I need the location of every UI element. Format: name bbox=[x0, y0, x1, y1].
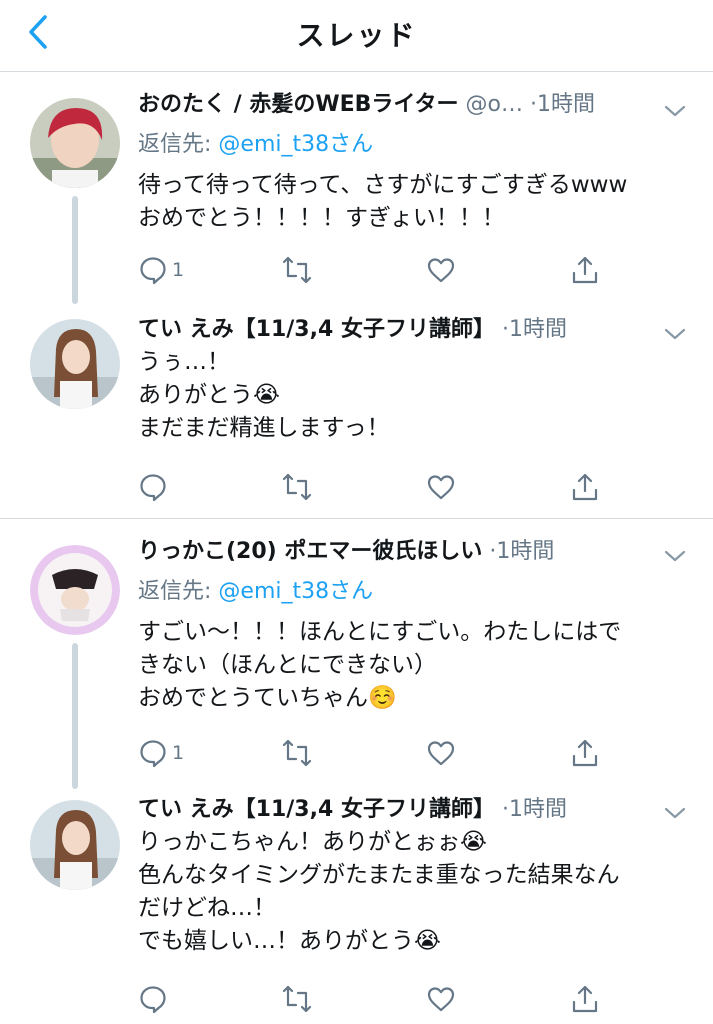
reply-button[interactable] bbox=[138, 982, 168, 1016]
separator-dot: · bbox=[501, 317, 509, 342]
like-button[interactable] bbox=[426, 982, 456, 1016]
share-button[interactable] bbox=[570, 736, 600, 770]
share-icon bbox=[572, 473, 598, 501]
action-bar: 1 bbox=[138, 253, 608, 287]
timestamp[interactable]: 1時間 bbox=[537, 92, 595, 117]
retweet-icon bbox=[282, 739, 312, 767]
top-bar: スレッド bbox=[0, 0, 713, 72]
share-button[interactable] bbox=[570, 982, 600, 1016]
reply-button[interactable] bbox=[138, 470, 168, 504]
retweet-button[interactable] bbox=[281, 253, 313, 287]
separator-dot: · bbox=[530, 92, 538, 117]
retweet-icon bbox=[282, 985, 312, 1013]
tweet-text: 待って待って待って、さすがにすごすぎるwww おめでとう！！！！すぎょい！！！ bbox=[138, 172, 628, 231]
tweet-text: りっかこちゃん！ありがとぉぉ😭 色んなタイミングがたまたま重なった結果なん だけ… bbox=[138, 829, 620, 954]
thread-line bbox=[72, 196, 78, 304]
share-icon bbox=[572, 256, 598, 284]
retweet-button[interactable] bbox=[281, 982, 313, 1016]
tweet-menu-button[interactable] bbox=[660, 96, 690, 126]
reply-count: 1 bbox=[172, 742, 185, 764]
reply-icon bbox=[140, 257, 166, 285]
page-title: スレッド bbox=[296, 19, 417, 52]
retweet-button[interactable] bbox=[281, 470, 313, 504]
action-bar bbox=[138, 982, 608, 1016]
heart-icon bbox=[427, 475, 455, 500]
share-button[interactable] bbox=[570, 253, 600, 287]
reply-icon bbox=[140, 986, 166, 1014]
mention-link[interactable]: @emi_t38さん bbox=[218, 132, 373, 157]
handle[interactable]: @o… bbox=[466, 92, 523, 117]
reply-to: 返信先: @emi_t38さん bbox=[138, 577, 373, 607]
chevron-down-icon bbox=[664, 550, 686, 562]
tweet-header: てい えみ【11/3,4 女子フリ講師】 ·1時間 bbox=[138, 315, 653, 345]
heart-icon bbox=[427, 258, 455, 283]
like-button[interactable] bbox=[426, 470, 456, 504]
display-name[interactable]: てい えみ【11/3,4 女子フリ講師】 bbox=[138, 317, 495, 342]
timestamp[interactable]: 1時間 bbox=[509, 317, 567, 342]
tweet-menu-button[interactable] bbox=[660, 798, 690, 828]
action-bar: 1 bbox=[138, 736, 608, 770]
avatar[interactable] bbox=[30, 800, 120, 890]
thread-divider bbox=[0, 518, 713, 519]
avatar[interactable] bbox=[30, 545, 120, 635]
display-name[interactable]: てい えみ【11/3,4 女子フリ講師】 bbox=[138, 797, 495, 822]
retweet-icon bbox=[282, 473, 312, 501]
thread-line bbox=[72, 643, 78, 789]
reply-button[interactable]: 1 bbox=[138, 736, 184, 770]
tweet-menu-button[interactable] bbox=[660, 541, 690, 571]
display-name[interactable]: おのたく / 赤髪のWEBライター bbox=[138, 92, 459, 117]
tweet-menu-button[interactable] bbox=[660, 319, 690, 349]
reply-count: 1 bbox=[172, 259, 185, 281]
chevron-down-icon bbox=[664, 105, 686, 117]
tweet-text: すごい〜！！！ほんとにすごい。わたしにはで きない（ほんとにできない） おめでと… bbox=[138, 619, 622, 711]
heart-icon bbox=[427, 741, 455, 766]
chevron-down-icon bbox=[664, 807, 686, 819]
share-icon bbox=[572, 739, 598, 767]
retweet-button[interactable] bbox=[281, 736, 313, 770]
avatar[interactable] bbox=[30, 319, 120, 409]
action-bar bbox=[138, 470, 608, 504]
retweet-icon bbox=[282, 256, 312, 284]
reply-to: 返信先: @emi_t38さん bbox=[138, 130, 373, 160]
like-button[interactable] bbox=[426, 736, 456, 770]
share-button[interactable] bbox=[570, 470, 600, 504]
reply-prefix: 返信先: bbox=[138, 132, 219, 157]
timestamp[interactable]: 1時間 bbox=[509, 797, 567, 822]
tweet-header: おのたく / 赤髪のWEBライター @o… ·1時間 bbox=[138, 90, 653, 120]
tweet-text: うぅ…！ ありがとう😭 まだまだ精進しますっ！ bbox=[138, 349, 390, 441]
reply-icon bbox=[140, 474, 166, 502]
separator-dot: · bbox=[501, 797, 509, 822]
reply-button[interactable]: 1 bbox=[138, 253, 184, 287]
heart-icon bbox=[427, 987, 455, 1012]
avatar[interactable] bbox=[30, 98, 120, 188]
reply-prefix: 返信先: bbox=[138, 579, 219, 604]
reply-icon bbox=[140, 740, 166, 768]
like-button[interactable] bbox=[426, 253, 456, 287]
tweet-header: てい えみ【11/3,4 女子フリ講師】 ·1時間 bbox=[138, 795, 653, 825]
chevron-down-icon bbox=[664, 328, 686, 340]
display-name[interactable]: りっかこ(20) ポエマー彼氏ほしい bbox=[138, 539, 482, 564]
mention-link[interactable]: @emi_t38さん bbox=[218, 579, 373, 604]
tweet-header: りっかこ(20) ポエマー彼氏ほしい ·1時間 bbox=[138, 537, 653, 567]
share-icon bbox=[572, 985, 598, 1013]
timestamp[interactable]: 1時間 bbox=[496, 539, 554, 564]
